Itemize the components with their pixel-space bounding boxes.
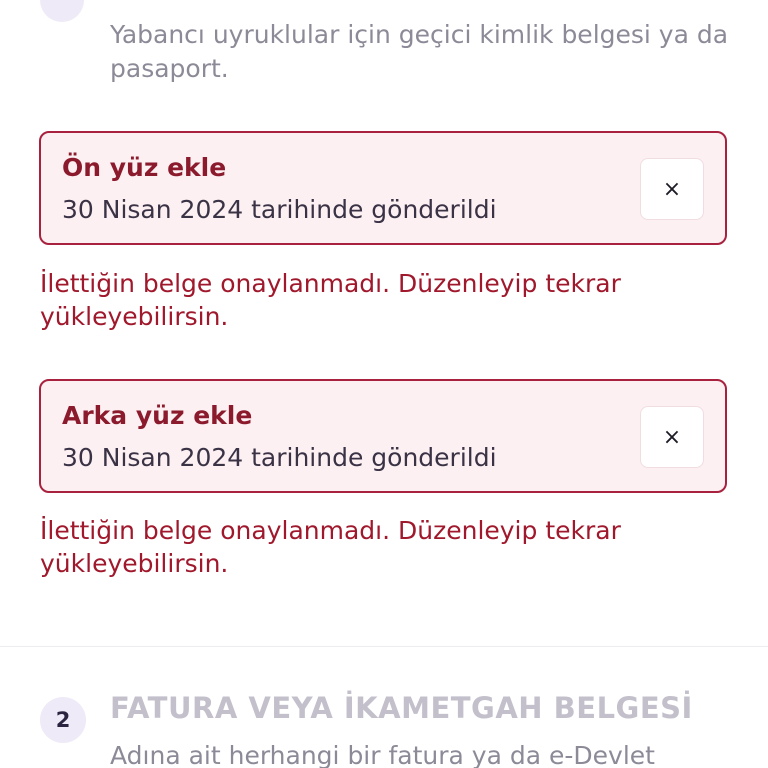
card-submitted-date-front: 30 Nisan 2024 tarihinde gönderildi — [62, 195, 497, 224]
remove-back-button[interactable]: × — [640, 406, 704, 468]
step-2-badge: 2 — [40, 697, 86, 743]
section-2-description: Adına ait herhangi bir fatura ya da e-De… — [110, 741, 655, 768]
section-1-description: Yabancı uyruklular için geçici kimlik be… — [110, 20, 729, 83]
error-message-front: İlettiğin belge onaylanmadı. Düzenleyip … — [40, 269, 621, 331]
close-icon: × — [662, 176, 682, 202]
card-title-back: Arka yüz ekle — [62, 401, 253, 430]
document-upload-screen: Yabancı uyruklular için geçici kimlik be… — [0, 0, 768, 768]
step-1-badge — [40, 0, 84, 22]
close-icon: × — [662, 424, 682, 450]
upload-card-back[interactable]: Arka yüz ekle 30 Nisan 2024 tarihinde gö… — [39, 379, 727, 493]
error-message-back: İlettiğin belge onaylanmadı. Düzenleyip … — [40, 516, 621, 578]
remove-front-button[interactable]: × — [640, 158, 704, 220]
section-divider — [0, 646, 768, 647]
card-submitted-date-back: 30 Nisan 2024 tarihinde gönderildi — [62, 443, 497, 472]
card-title-front: Ön yüz ekle — [62, 153, 227, 182]
section-2-title[interactable]: FATURA VEYA İKAMETGAH BELGESİ — [110, 691, 693, 725]
upload-card-front[interactable]: Ön yüz ekle 30 Nisan 2024 tarihinde gönd… — [39, 131, 727, 245]
